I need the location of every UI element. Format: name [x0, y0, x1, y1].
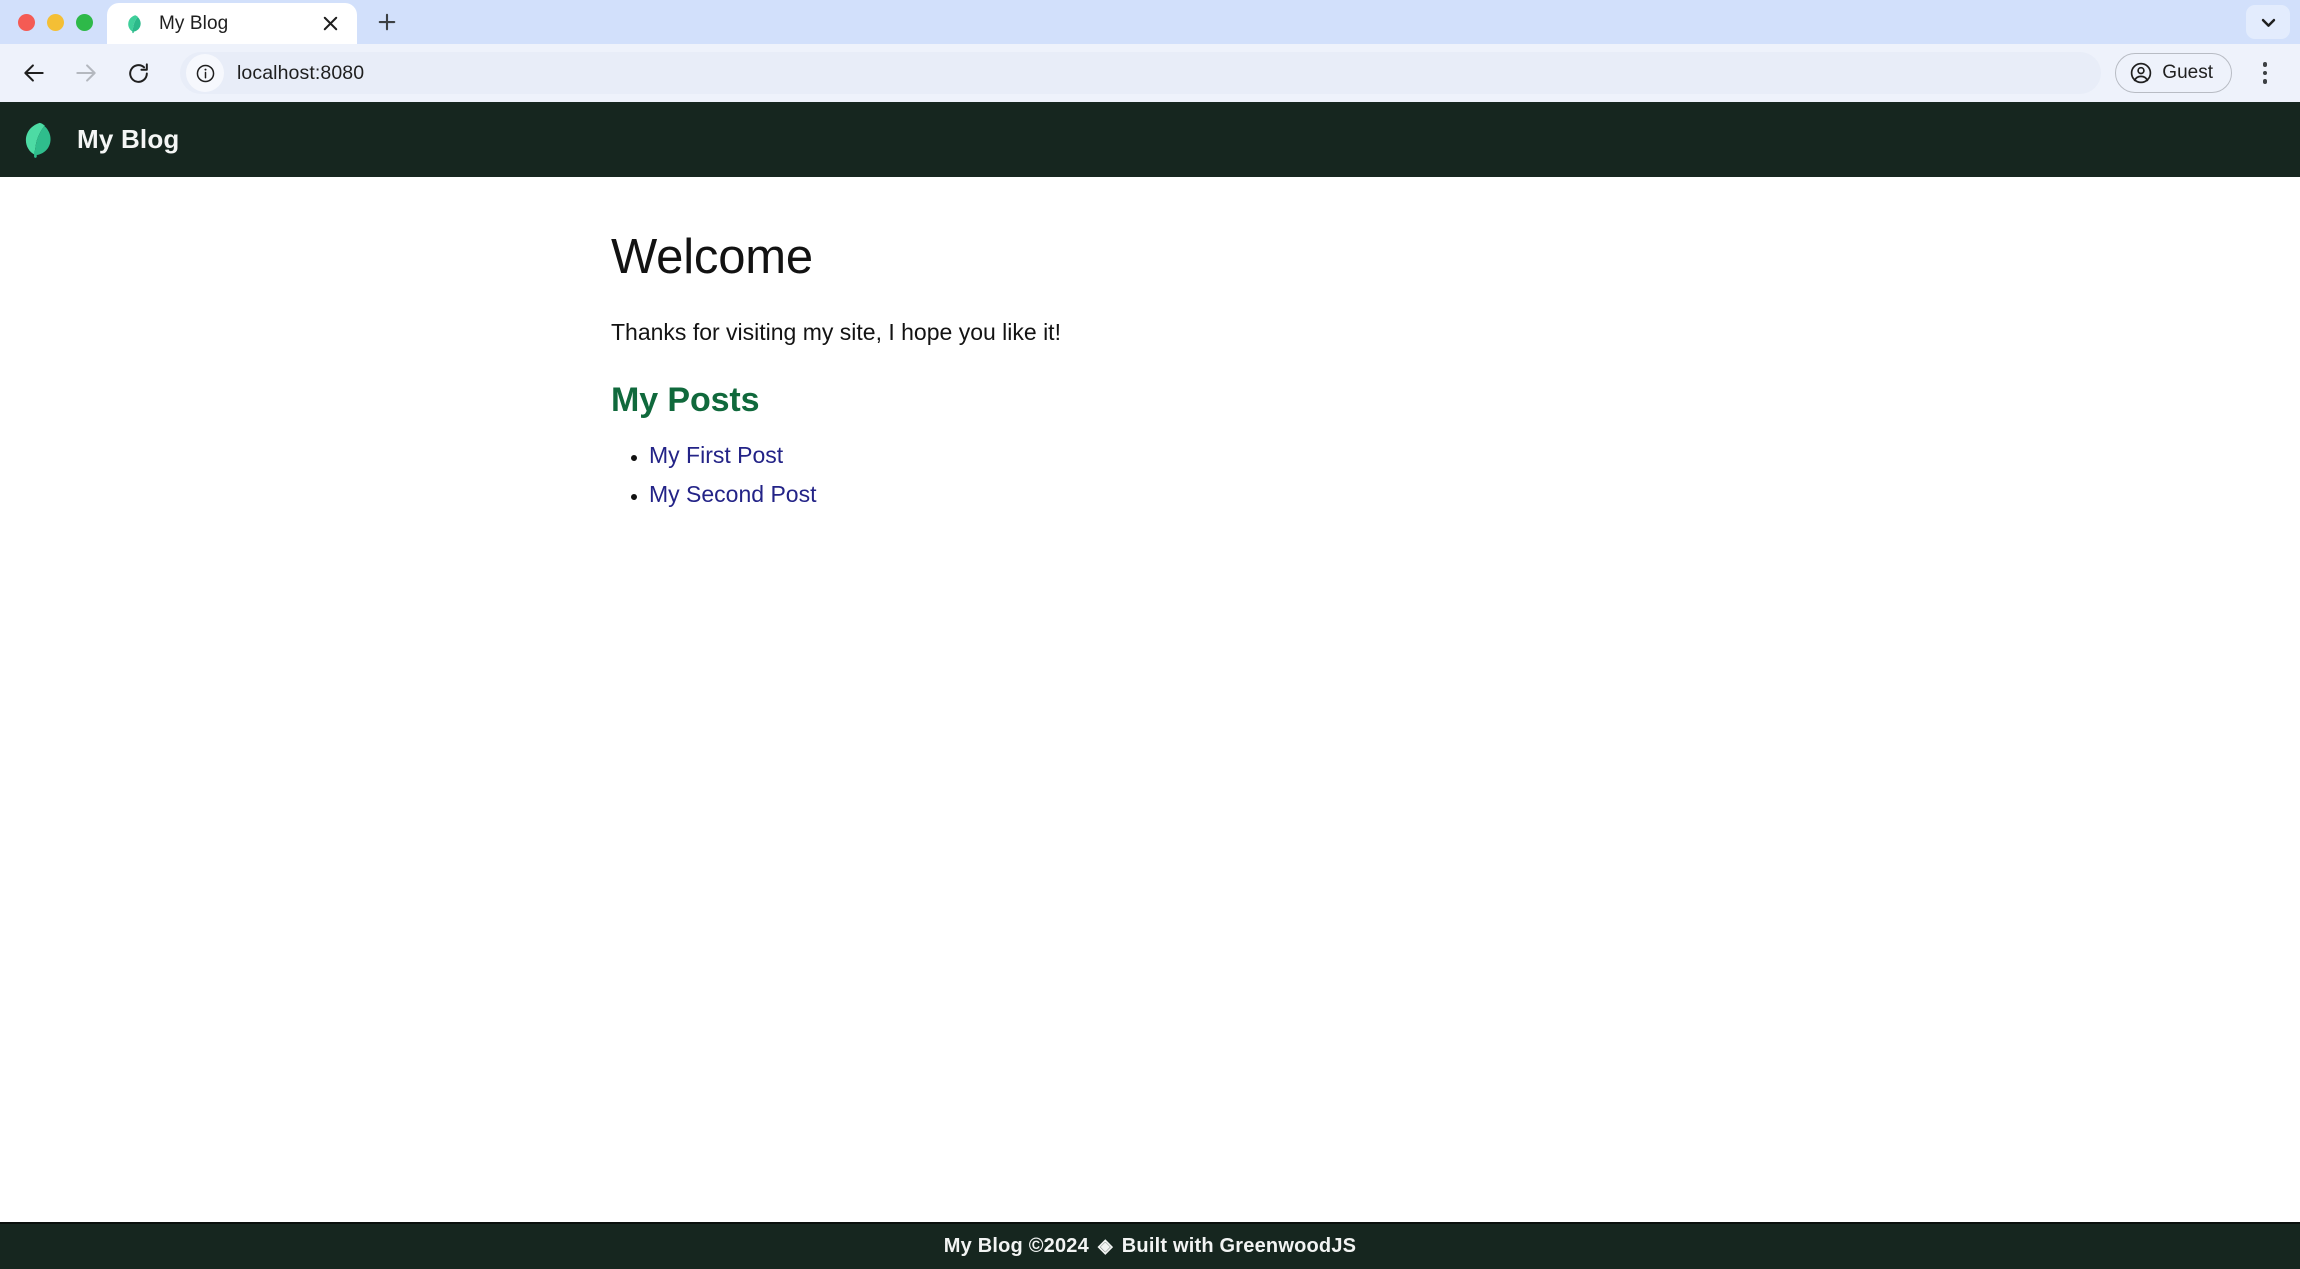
diamond-separator-icon: ◈ — [1098, 1237, 1113, 1256]
leaf-icon — [124, 13, 146, 35]
intro-paragraph: Thanks for visiting my site, I hope you … — [611, 316, 2300, 348]
browser-tab[interactable]: My Blog — [107, 3, 357, 44]
menu-dot — [2263, 71, 2268, 76]
site-info-button[interactable] — [186, 54, 224, 92]
tab-search-button[interactable] — [2246, 5, 2290, 39]
forward-button[interactable] — [62, 49, 110, 97]
url-text[interactable]: localhost:8080 — [237, 62, 364, 85]
footer-credit: Built with GreenwoodJS — [1122, 1235, 1356, 1258]
address-bar[interactable]: localhost:8080 — [180, 52, 2101, 94]
back-button[interactable] — [10, 49, 58, 97]
footer-copyright: My Blog ©2024 — [944, 1235, 1089, 1258]
menu-dot — [2263, 62, 2268, 67]
maximize-window-button[interactable] — [76, 14, 93, 31]
site-footer: My Blog ©2024 ◈ Built with GreenwoodJS — [0, 1222, 2300, 1269]
window-controls — [0, 0, 107, 44]
profile-label: Guest — [2162, 62, 2213, 84]
page-title: Welcome — [611, 232, 2300, 283]
tab-strip-right-controls — [2246, 0, 2300, 44]
list-item: My Second Post — [649, 480, 2300, 509]
account-circle-icon — [2129, 61, 2153, 85]
site-header: My Blog — [0, 102, 2300, 177]
post-link-second[interactable]: My Second Post — [649, 481, 816, 507]
close-window-button[interactable] — [18, 14, 35, 31]
page-content: Welcome Thanks for visiting my site, I h… — [0, 177, 2300, 1222]
forward-arrow-icon — [73, 60, 99, 86]
chevron-down-icon — [2259, 13, 2278, 32]
list-item: My First Post — [649, 441, 2300, 470]
reload-button[interactable] — [114, 49, 162, 97]
back-arrow-icon — [21, 60, 47, 86]
tab-title: My Blog — [159, 13, 304, 35]
browser-menu-button[interactable] — [2244, 52, 2286, 94]
close-tab-button[interactable] — [317, 11, 343, 37]
posts-heading: My Posts — [611, 382, 2300, 419]
menu-dot — [2263, 79, 2268, 84]
info-circle-icon — [195, 63, 216, 84]
new-tab-button[interactable] — [367, 2, 407, 42]
post-link-first[interactable]: My First Post — [649, 442, 783, 468]
close-icon — [322, 15, 339, 32]
tab-strip: My Blog — [0, 0, 2300, 44]
page-viewport: My Blog Welcome Thanks for visiting my s… — [0, 102, 2300, 1269]
greenwood-leaf-icon[interactable] — [18, 119, 60, 161]
profile-button[interactable]: Guest — [2115, 53, 2232, 93]
site-title: My Blog — [77, 124, 180, 155]
reload-icon — [126, 61, 151, 86]
plus-icon — [377, 12, 397, 32]
browser-window: My Blog — [0, 0, 2300, 1269]
browser-toolbar: localhost:8080 Guest — [0, 44, 2300, 102]
post-list: My First Post My Second Post — [611, 441, 2300, 509]
minimize-window-button[interactable] — [47, 14, 64, 31]
